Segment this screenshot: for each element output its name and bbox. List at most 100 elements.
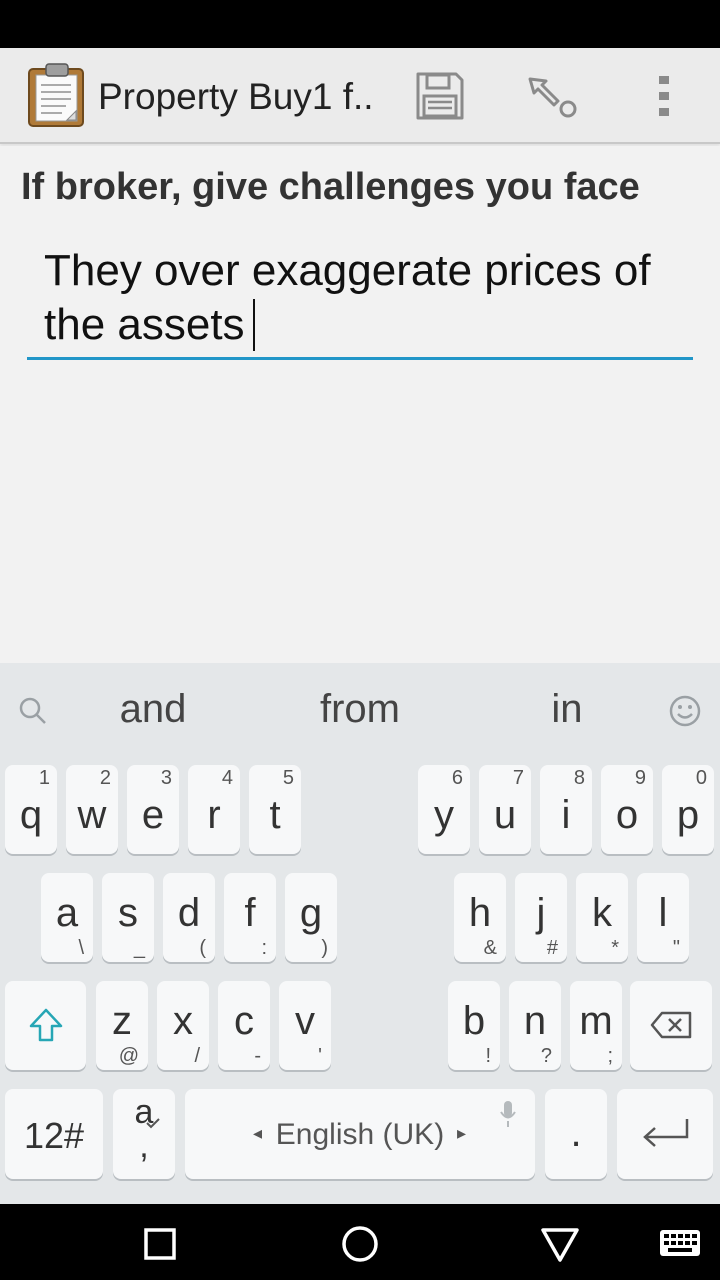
key-hint: 0	[695, 767, 707, 789]
key-hint: )	[321, 937, 328, 959]
clipboard-icon[interactable]	[26, 62, 88, 128]
key-hint: 1	[38, 767, 50, 789]
key-w[interactable]: w2	[66, 765, 118, 854]
shift-key[interactable]	[5, 981, 86, 1070]
go-to-button[interactable]	[522, 66, 582, 126]
key-v[interactable]: v '	[279, 981, 331, 1070]
key-d[interactable]: d(	[163, 873, 215, 962]
key-hint: /	[194, 1045, 200, 1067]
key-h[interactable]: h &	[454, 873, 506, 962]
key-g[interactable]: g)	[285, 873, 337, 962]
key-hint: _	[133, 937, 145, 959]
navigation-bar	[0, 1204, 720, 1280]
key-f[interactable]: f:	[224, 873, 276, 962]
key-label: p	[676, 793, 700, 837]
key-label: x	[173, 999, 193, 1043]
key-hint: \	[78, 937, 84, 959]
key-b[interactable]: b!	[448, 981, 500, 1070]
key-c[interactable]: c-	[218, 981, 270, 1070]
key-label: e	[141, 793, 165, 837]
key-q[interactable]: q1	[5, 765, 57, 854]
key-o[interactable]: o9	[601, 765, 653, 854]
key-hint: ;	[607, 1045, 613, 1067]
key-hint: 8	[573, 767, 585, 789]
keyboard-switch-icon[interactable]	[658, 1222, 702, 1266]
overflow-menu-button[interactable]	[634, 66, 694, 126]
key-label: m	[579, 999, 613, 1043]
enter-key[interactable]	[617, 1089, 713, 1179]
backspace-key[interactable]	[630, 981, 712, 1070]
key-label: j	[536, 891, 546, 935]
action-bar: Property Buy1 f..	[0, 48, 720, 144]
save-icon	[416, 72, 464, 120]
status-bar	[0, 0, 720, 48]
key-y[interactable]: y6	[418, 765, 470, 854]
key-hint: *	[611, 937, 619, 959]
save-button[interactable]	[410, 66, 470, 126]
key-l[interactable]: l "	[637, 873, 689, 962]
key-label: l	[658, 891, 668, 935]
key-u[interactable]: u7	[479, 765, 531, 854]
suggestion-bar: and from in	[0, 663, 720, 759]
key-label: h	[468, 891, 492, 935]
key-s[interactable]: s _	[102, 873, 154, 962]
language-key[interactable]: a ,	[113, 1089, 175, 1179]
answer-input[interactable]: They over exaggerate prices of the asset…	[27, 238, 693, 360]
key-hint: #	[546, 937, 558, 959]
key-hint: '	[318, 1045, 322, 1067]
key-label: r	[207, 793, 221, 837]
key-n[interactable]: n?	[509, 981, 561, 1070]
microphone-icon	[500, 1101, 516, 1127]
key-label: o	[615, 793, 639, 837]
key-j[interactable]: j #	[515, 873, 567, 962]
key-hint: 9	[634, 767, 646, 789]
key-z[interactable]: z @	[96, 981, 148, 1070]
key-hint: 2	[99, 767, 111, 789]
key-k[interactable]: k *	[576, 873, 628, 962]
space-key[interactable]: ◂ English (UK) ▸	[185, 1089, 535, 1179]
key-label: s	[118, 891, 138, 935]
key-hint: @	[118, 1045, 139, 1067]
key-t[interactable]: t5	[249, 765, 301, 854]
key-label: w	[77, 793, 107, 837]
key-label: g	[299, 891, 323, 935]
key-x[interactable]: x /	[157, 981, 209, 1070]
key-hint: 5	[282, 767, 294, 789]
chevron-right-icon: ▸	[457, 1123, 467, 1143]
key-hint: "	[672, 937, 680, 959]
recents-icon[interactable]	[138, 1222, 182, 1266]
form-content: If broker, give challenges you face They…	[0, 146, 720, 663]
emoji-icon[interactable]	[668, 694, 702, 728]
key-label: k	[592, 891, 612, 935]
suggestion-1[interactable]: and	[73, 687, 233, 732]
key-hint: ?	[540, 1045, 552, 1067]
home-icon[interactable]	[338, 1222, 382, 1266]
key-hint: :	[261, 937, 267, 959]
key-label: z	[112, 999, 132, 1043]
key-p[interactable]: p0	[662, 765, 714, 854]
suggestion-3[interactable]: in	[487, 687, 647, 732]
text-cursor	[252, 299, 255, 351]
key-i[interactable]: i8	[540, 765, 592, 854]
key-hint: !	[485, 1045, 491, 1067]
period-key[interactable]: .	[545, 1089, 607, 1179]
overflow-menu-icon	[659, 76, 669, 116]
answer-text: They over exaggerate prices of the asset…	[44, 246, 651, 349]
search-icon[interactable]	[18, 696, 48, 726]
back-icon[interactable]	[538, 1222, 582, 1266]
symbols-key[interactable]: 12#	[5, 1089, 103, 1179]
key-m[interactable]: m;	[570, 981, 622, 1070]
key-a[interactable]: a \	[41, 873, 93, 962]
key-r[interactable]: r4	[188, 765, 240, 854]
backspace-icon	[650, 1011, 692, 1039]
key-label: t	[269, 793, 281, 837]
key-label: y	[434, 793, 454, 837]
question-label: If broker, give challenges you face	[21, 166, 640, 208]
key-e[interactable]: e3	[127, 765, 179, 854]
suggestion-2[interactable]: from	[280, 687, 440, 732]
key-label: q	[19, 793, 43, 837]
key-hint: &	[483, 937, 497, 959]
key-hint: 3	[160, 767, 172, 789]
key-label: b	[462, 999, 486, 1043]
shift-arrow-icon	[29, 1008, 63, 1042]
